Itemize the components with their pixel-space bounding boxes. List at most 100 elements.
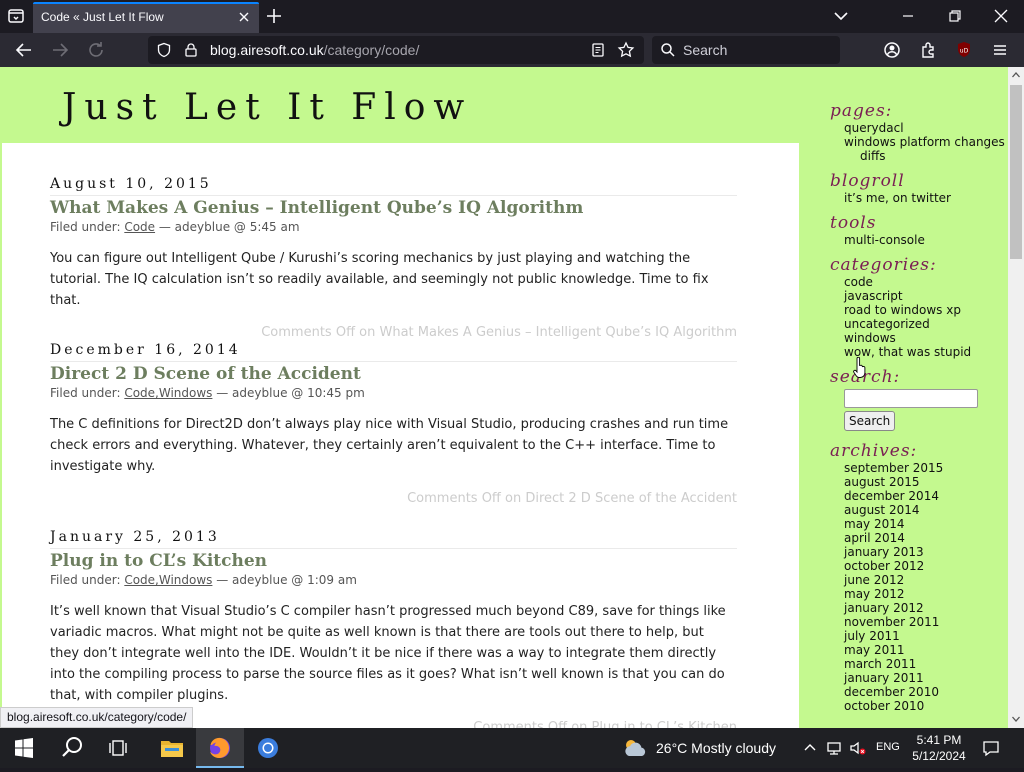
- tab-close-icon[interactable]: [235, 8, 253, 26]
- blogroll-link[interactable]: it’s me, on twitter: [844, 191, 1006, 205]
- bookmark-star-icon[interactable]: [617, 41, 635, 59]
- category-link[interactable]: Code,Windows: [124, 386, 212, 400]
- archive-link[interactable]: may 2012: [844, 587, 1006, 601]
- new-tab-icon[interactable]: [264, 6, 284, 26]
- archive-link[interactable]: october 2012: [844, 559, 1006, 573]
- task-view-icon[interactable]: [96, 728, 144, 768]
- post-title-link[interactable]: Direct 2 D Scene of the Accident: [50, 364, 737, 384]
- network-icon[interactable]: [824, 738, 844, 758]
- category-link[interactable]: code: [844, 275, 1006, 289]
- post-title-link[interactable]: What Makes A Genius – Intelligent Qube’s…: [50, 198, 737, 218]
- scroll-down-icon[interactable]: [1011, 714, 1021, 724]
- category-link[interactable]: Code: [124, 220, 155, 234]
- blogroll-heading: blogroll: [830, 171, 905, 191]
- comments-status: Comments Off on What Makes A Genius – In…: [261, 325, 737, 340]
- scroll-up-icon[interactable]: [1011, 70, 1021, 80]
- reader-view-icon[interactable]: [590, 42, 606, 58]
- post: August 10, 2015 What Makes A Genius – In…: [50, 176, 737, 340]
- tab-strip: Code « Just Let It Flow: [0, 0, 1024, 33]
- post-excerpt: The C definitions for Direct2D don’t alw…: [50, 417, 729, 474]
- site-title[interactable]: Just Let It Flow: [62, 87, 472, 128]
- post-meta: Filed under: Code,Windows — adeyblue @ 1…: [50, 573, 357, 587]
- search-placeholder: Search: [683, 42, 728, 58]
- archive-link[interactable]: may 2014: [844, 517, 1006, 531]
- tool-link[interactable]: multi-console: [844, 233, 1006, 247]
- volume-muted-icon[interactable]: [848, 738, 868, 758]
- archive-link[interactable]: april 2014: [844, 531, 1006, 545]
- category-link[interactable]: windows: [844, 331, 1006, 345]
- archive-link[interactable]: august 2015: [844, 475, 1006, 489]
- post-date: December 16, 2014: [50, 342, 737, 362]
- category-link[interactable]: Code,Windows: [124, 573, 212, 587]
- post-date: January 25, 2013: [50, 529, 737, 549]
- category-link[interactable]: road to windows xp: [844, 303, 1006, 317]
- post-title-link[interactable]: Plug in to CL’s Kitchen: [50, 551, 737, 571]
- windows-start-icon[interactable]: [0, 728, 48, 768]
- chevron-down-icon[interactable]: [830, 6, 852, 26]
- search-icon[interactable]: [48, 728, 96, 768]
- archive-link[interactable]: july 2011: [844, 629, 1006, 643]
- archive-link[interactable]: march 2011: [844, 657, 1006, 671]
- minimize-icon[interactable]: [896, 4, 920, 28]
- sidebar: pages: querydacl windows platform change…: [830, 101, 1006, 721]
- weather-cloudy-icon[interactable]: [620, 736, 652, 760]
- address-bar[interactable]: blog.airesoft.co.uk/category/code/: [148, 36, 644, 64]
- tools-heading: tools: [830, 213, 877, 233]
- vertical-scrollbar[interactable]: [1008, 67, 1024, 728]
- input-language[interactable]: ENG: [876, 741, 900, 753]
- close-window-icon[interactable]: [989, 4, 1013, 28]
- scrollbar-thumb[interactable]: [1010, 85, 1022, 259]
- chrome-icon[interactable]: [244, 728, 292, 768]
- link-status-tooltip: blog.airesoft.co.uk/category/code/: [0, 707, 194, 728]
- reload-icon[interactable]: [84, 38, 108, 62]
- clock-date: 5/12/2024: [912, 749, 966, 763]
- archive-link[interactable]: january 2012: [844, 601, 1006, 615]
- site-header: Just Let It Flow: [2, 67, 799, 143]
- post-date: August 10, 2015: [50, 176, 737, 196]
- taskbar: 26°C Mostly cloudy ENG 5:41 PM 5/12/2024: [0, 728, 1024, 768]
- page-link[interactable]: diffs: [844, 149, 1006, 163]
- archive-link[interactable]: september 2015: [844, 461, 1006, 475]
- archive-link[interactable]: december 2014: [844, 489, 1006, 503]
- tracking-shield-icon[interactable]: [156, 42, 172, 58]
- url-text: blog.airesoft.co.uk/category/code/: [210, 42, 420, 58]
- notifications-icon[interactable]: [981, 738, 1001, 758]
- file-explorer-icon[interactable]: [148, 728, 196, 768]
- archive-link[interactable]: january 2013: [844, 545, 1006, 559]
- category-link[interactable]: wow, that was stupid: [844, 345, 1006, 359]
- clock-time: 5:41 PM: [916, 733, 962, 747]
- page-link[interactable]: querydacl: [844, 121, 1006, 135]
- chevron-up-icon[interactable]: [800, 738, 820, 758]
- clock[interactable]: 5:41 PM 5/12/2024: [908, 732, 970, 764]
- extensions-icon[interactable]: [916, 38, 940, 62]
- archive-link[interactable]: november 2011: [844, 615, 1006, 629]
- back-icon[interactable]: [12, 38, 36, 62]
- weather-text[interactable]: 26°C Mostly cloudy: [656, 740, 776, 756]
- archive-link[interactable]: june 2012: [844, 573, 1006, 587]
- sidebar-search-input[interactable]: [844, 389, 978, 408]
- tab-active[interactable]: Code « Just Let It Flow: [33, 2, 259, 33]
- restore-icon[interactable]: [943, 4, 967, 28]
- post: December 16, 2014 Direct 2 D Scene of th…: [50, 342, 737, 506]
- lock-icon[interactable]: [183, 42, 199, 58]
- page-link[interactable]: windows platform changes: [844, 135, 1006, 149]
- archive-link[interactable]: august 2014: [844, 503, 1006, 517]
- blogroll-list: it’s me, on twitter: [844, 191, 1006, 205]
- sidebar-search-button[interactable]: Search: [844, 411, 896, 431]
- account-icon[interactable]: [880, 38, 904, 62]
- ublock-icon[interactable]: uD: [952, 38, 976, 62]
- post-meta: Filed under: Code — adeyblue @ 5:45 am: [50, 220, 300, 234]
- pages-heading: pages:: [830, 101, 893, 121]
- forward-icon[interactable]: [48, 38, 72, 62]
- search-bar[interactable]: Search: [652, 36, 840, 64]
- menu-icon[interactable]: [988, 38, 1012, 62]
- tab-list-icon[interactable]: [4, 4, 28, 28]
- category-link[interactable]: javascript: [844, 289, 1006, 303]
- category-link[interactable]: uncategorized: [844, 317, 1006, 331]
- archive-link[interactable]: january 2011: [844, 671, 1006, 685]
- archive-link[interactable]: october 2010: [844, 699, 1006, 713]
- firefox-icon[interactable]: [196, 728, 244, 768]
- archive-link[interactable]: december 2010: [844, 685, 1006, 699]
- archive-link[interactable]: may 2011: [844, 643, 1006, 657]
- navigation-toolbar: blog.airesoft.co.uk/category/code/ Searc…: [0, 33, 1024, 67]
